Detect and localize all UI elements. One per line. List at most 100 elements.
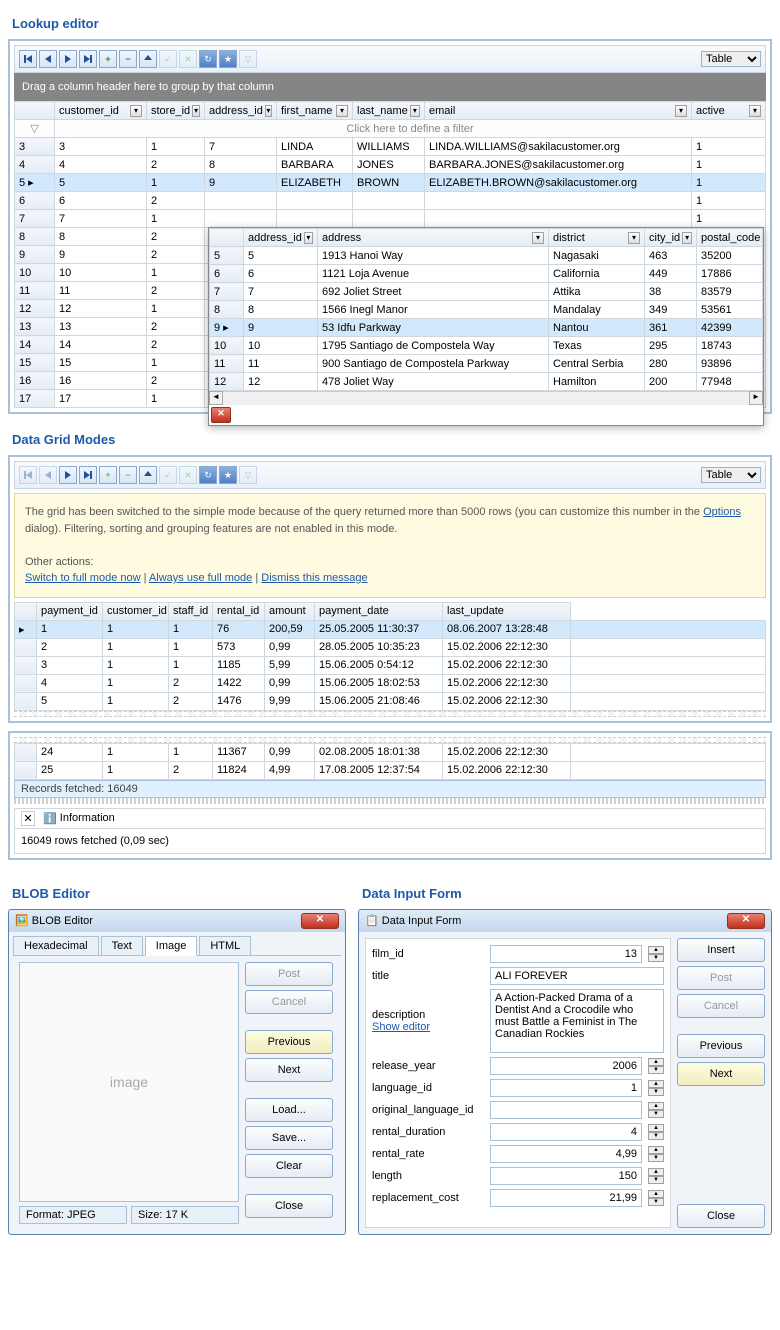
close-icon[interactable]: ✕ xyxy=(727,913,765,929)
column-header-last_name[interactable]: last_name▾ xyxy=(353,102,425,120)
rental_duration-input[interactable] xyxy=(490,1123,642,1141)
post-button[interactable]: Post xyxy=(677,966,765,990)
insert-button[interactable]: Insert xyxy=(677,938,765,962)
view-mode-select[interactable]: Table xyxy=(701,51,761,67)
post-button[interactable]: Post xyxy=(245,962,333,986)
check-button[interactable]: ✓ xyxy=(159,466,177,484)
edit-up-button[interactable] xyxy=(139,466,157,484)
column-header-first_name[interactable]: first_name▾ xyxy=(277,102,353,120)
column-header-city_id[interactable]: city_id▾ xyxy=(645,229,697,247)
close-button[interactable]: Close xyxy=(245,1194,333,1218)
column-dropdown-icon[interactable]: ▾ xyxy=(532,232,544,244)
filter-button[interactable]: ▽ xyxy=(239,466,257,484)
dismiss-link[interactable]: Dismiss this message xyxy=(261,572,367,584)
column-header-address_id[interactable]: address_id▾ xyxy=(244,229,318,247)
column-header-email[interactable]: email▾ xyxy=(425,102,692,120)
table-row[interactable]: 2512118244,9917.08.2005 12:37:5415.02.20… xyxy=(15,761,766,779)
options-link[interactable]: Options xyxy=(703,506,741,518)
save-button[interactable]: Save... xyxy=(245,1126,333,1150)
close-button[interactable]: Close xyxy=(677,1204,765,1228)
nav-last-button[interactable] xyxy=(79,466,97,484)
load-button[interactable]: Load... xyxy=(245,1098,333,1122)
check-button[interactable]: ✓ xyxy=(159,50,177,68)
remove-button[interactable]: − xyxy=(119,50,137,68)
show-editor-link[interactable]: Show editor xyxy=(372,1021,484,1033)
table-row[interactable]: 31111855,9915.06.2005 0:54:1215.02.2006 … xyxy=(15,656,766,674)
next-button[interactable]: Next xyxy=(677,1062,765,1086)
clear-button[interactable]: Clear xyxy=(245,1154,333,1178)
replacement_cost-input[interactable] xyxy=(490,1189,642,1207)
column-dropdown-icon[interactable]: ▾ xyxy=(628,232,640,244)
refresh-button[interactable]: ↻ xyxy=(199,466,217,484)
table-row[interactable]: 9 ▸953 Idfu ParkwayNantou36142399 xyxy=(210,319,763,337)
tab-html[interactable]: HTML xyxy=(199,936,251,955)
next-button[interactable]: Next xyxy=(245,1058,333,1082)
nav-first-button[interactable] xyxy=(19,466,37,484)
table-row[interactable]: 6 621 xyxy=(15,192,766,210)
table-row[interactable]: 8 81566 Inegl ManorMandalay34953561 xyxy=(210,301,763,319)
column-header-customer_id[interactable]: customer_id xyxy=(103,602,169,620)
title-input[interactable] xyxy=(490,967,664,985)
column-header-payment_id[interactable]: payment_id xyxy=(37,602,103,620)
view-mode-select[interactable]: Table xyxy=(701,467,761,483)
bookmark-button[interactable]: ★ xyxy=(219,50,237,68)
switch-full-mode-link[interactable]: Switch to full mode now xyxy=(25,572,141,584)
table-row[interactable]: 10 101795 Santiago de Compostela WayTexa… xyxy=(210,337,763,355)
nav-last-button[interactable] xyxy=(79,50,97,68)
column-header-payment_date[interactable]: payment_date xyxy=(315,602,443,620)
previous-button[interactable]: Previous xyxy=(245,1030,333,1054)
column-dropdown-icon[interactable]: ▾ xyxy=(192,105,200,117)
column-dropdown-icon[interactable]: ▾ xyxy=(410,105,420,117)
column-header-customer_id[interactable]: customer_id▾ xyxy=(55,102,147,120)
cancel-button[interactable]: Cancel xyxy=(245,990,333,1014)
nav-prev-button[interactable] xyxy=(39,466,57,484)
column-header-district[interactable]: district▾ xyxy=(549,229,645,247)
language_id-input[interactable] xyxy=(490,1079,642,1097)
column-header-address_id[interactable]: address_id▾ xyxy=(205,102,277,120)
table-row[interactable]: 7 7692 Joliet StreetAttika3883579 xyxy=(210,283,763,301)
release_year-input[interactable] xyxy=(490,1057,642,1075)
column-header-store_id[interactable]: store_id▾ xyxy=(147,102,205,120)
nav-next-button[interactable] xyxy=(59,50,77,68)
table-row[interactable]: 7 711 xyxy=(15,210,766,228)
column-header-staff_id[interactable]: staff_id xyxy=(169,602,213,620)
column-dropdown-icon[interactable]: ▾ xyxy=(682,232,692,244)
nav-next-button[interactable] xyxy=(59,466,77,484)
column-dropdown-icon[interactable]: ▾ xyxy=(265,105,272,117)
column-header-postal_code[interactable]: postal_code▾ xyxy=(697,229,763,247)
refresh-button[interactable]: ↻ xyxy=(199,50,217,68)
description-input[interactable]: A Action-Packed Drama of a Dentist And a… xyxy=(490,989,664,1053)
table-row[interactable]: 5 ▸519ELIZABETHBROWNELIZABETH.BROWN@saki… xyxy=(15,174,766,192)
table-row[interactable]: 51214769,9915.06.2005 21:08:4615.02.2006… xyxy=(15,692,766,710)
column-dropdown-icon[interactable]: ▾ xyxy=(130,105,142,117)
table-row[interactable]: 2115730,9928.05.2005 10:35:2315.02.2006 … xyxy=(15,638,766,656)
bookmark-button[interactable]: ★ xyxy=(219,466,237,484)
column-header-last_update[interactable]: last_update xyxy=(443,602,571,620)
table-row[interactable]: 4 428BARBARAJONESBARBARA.JONES@sakilacus… xyxy=(15,156,766,174)
column-header-address[interactable]: address▾ xyxy=(318,229,549,247)
cancel-button[interactable]: ✕ xyxy=(179,466,197,484)
nav-prev-button[interactable] xyxy=(39,50,57,68)
previous-button[interactable]: Previous xyxy=(677,1034,765,1058)
column-header-active[interactable]: active▾ xyxy=(692,102,766,120)
table-row[interactable]: 5 51913 Hanoi WayNagasaki46335200 xyxy=(210,247,763,265)
rental_rate-input[interactable] xyxy=(490,1145,642,1163)
column-dropdown-icon[interactable]: ▾ xyxy=(675,105,687,117)
nav-first-button[interactable] xyxy=(19,50,37,68)
table-row[interactable]: 3 317LINDAWILLIAMSLINDA.WILLIAMS@sakilac… xyxy=(15,138,766,156)
cancel-button[interactable]: ✕ xyxy=(179,50,197,68)
filter-hint[interactable]: Click here to define a filter xyxy=(55,120,766,138)
always-full-mode-link[interactable]: Always use full mode xyxy=(149,572,252,584)
filter-icon[interactable]: ▽ xyxy=(15,120,55,138)
edit-up-button[interactable] xyxy=(139,50,157,68)
film_id-input[interactable] xyxy=(490,945,642,963)
add-button[interactable]: + xyxy=(99,50,117,68)
group-by-area[interactable]: Drag a column header here to group by th… xyxy=(14,73,766,101)
tab-text[interactable]: Text xyxy=(101,936,143,955)
close-icon[interactable]: ✕ xyxy=(301,913,339,929)
cancel-button[interactable]: Cancel xyxy=(677,994,765,1018)
length-input[interactable] xyxy=(490,1167,642,1185)
add-button[interactable]: + xyxy=(99,466,117,484)
close-info-button[interactable]: ✕ xyxy=(21,811,35,826)
column-dropdown-icon[interactable]: ▾ xyxy=(304,232,313,244)
